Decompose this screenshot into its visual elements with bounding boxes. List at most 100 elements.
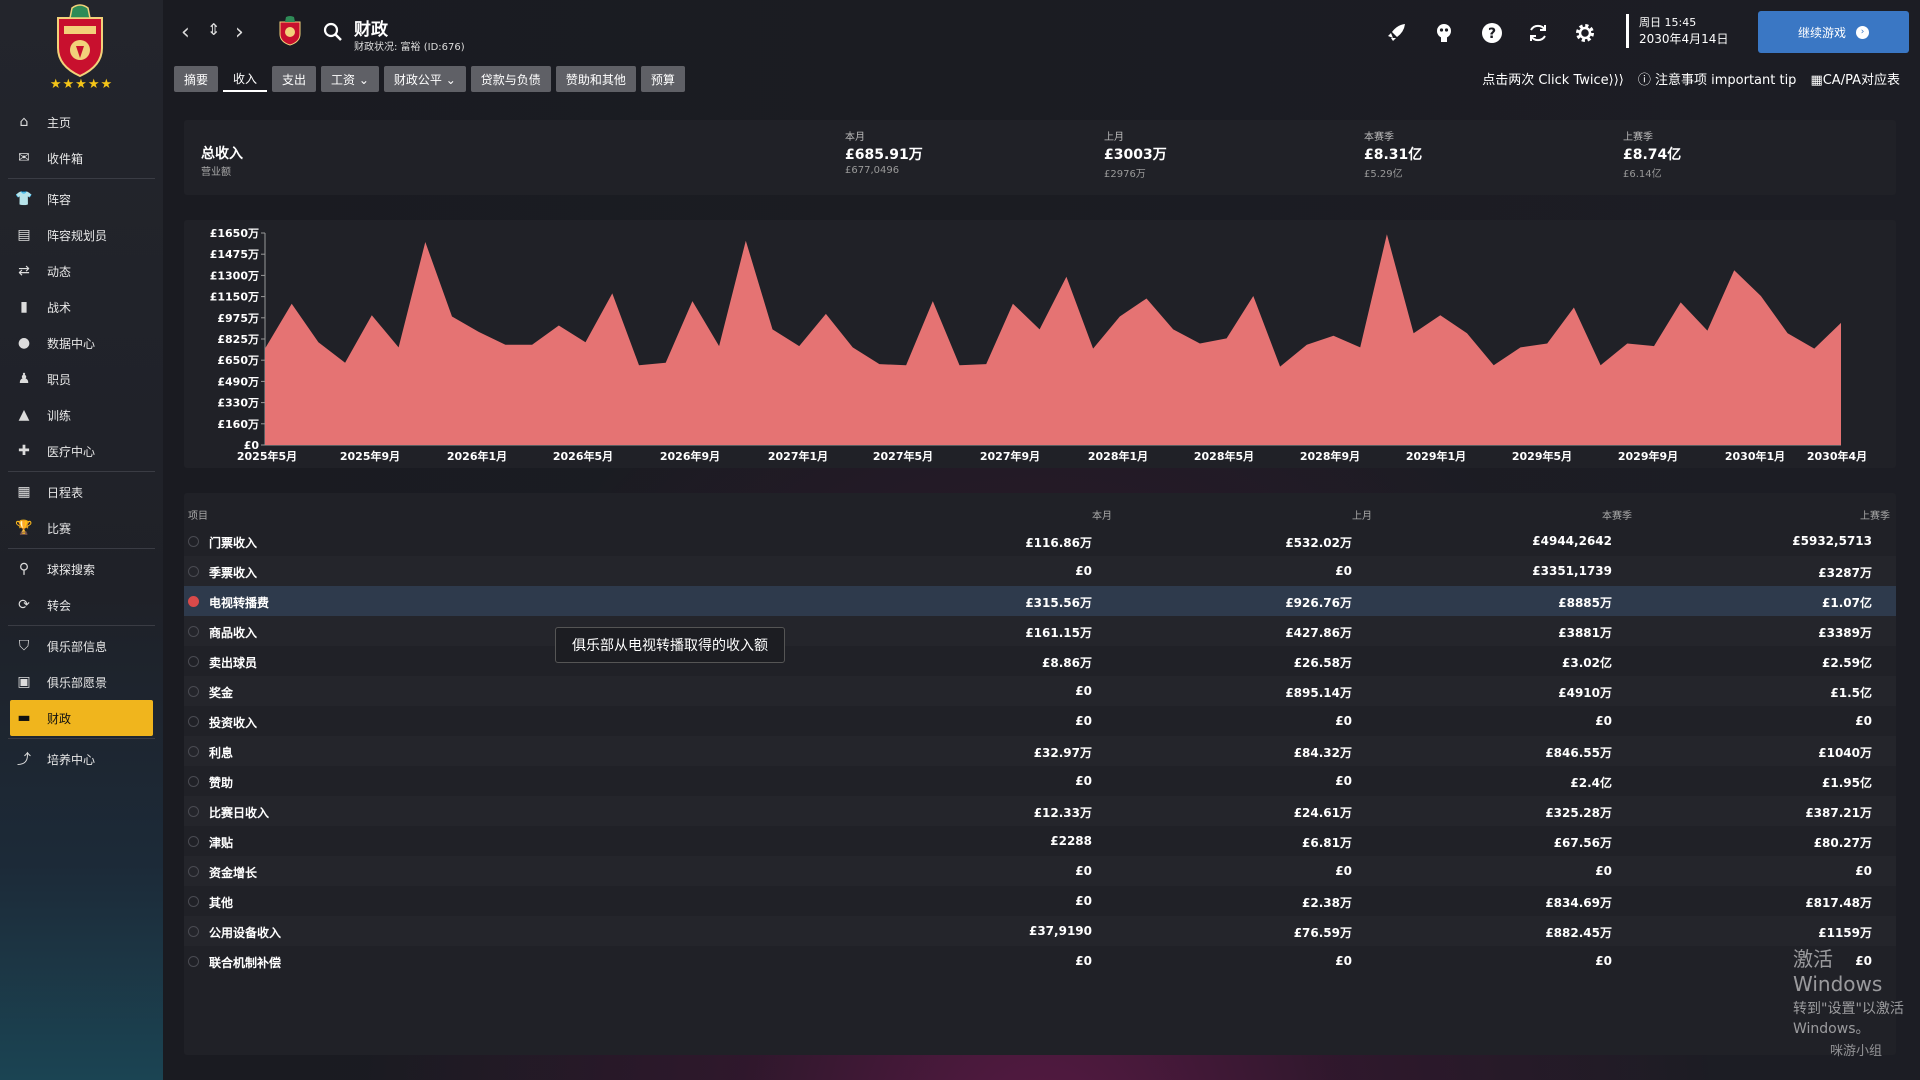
data-point[interactable]	[1412, 331, 1416, 335]
table-row[interactable]: 季票收入 £0 £0 £3351,1739 £3287万	[184, 556, 1896, 586]
sidebar-item-3[interactable]: ▤ 阵容规划员	[0, 217, 163, 253]
data-point[interactable]	[1118, 315, 1122, 319]
search-icon[interactable]	[323, 22, 343, 42]
sidebar-item-12[interactable]: ⚲ 球探搜索	[0, 551, 163, 587]
data-point[interactable]	[1599, 363, 1603, 367]
data-point[interactable]	[557, 324, 561, 328]
sidebar-item-16[interactable]: ▬ 财政	[10, 700, 153, 736]
sidebar-item-14[interactable]: ⛉ 俱乐部信息	[0, 628, 163, 664]
data-point[interactable]	[1038, 327, 1042, 331]
data-point[interactable]	[450, 315, 454, 319]
table-row[interactable]: 公用设备收入 £37,9190 £76.59万 £882.45万 £1159万	[184, 916, 1896, 946]
table-row[interactable]: 奖金 £0 £895.14万 £4910万 £1.5亿	[184, 676, 1896, 706]
data-point[interactable]	[958, 363, 962, 367]
data-point[interactable]	[984, 362, 988, 366]
table-row[interactable]: 津贴 £2288 £6.81万 £67.56万 £80.27万	[184, 826, 1896, 856]
data-point[interactable]	[1652, 344, 1656, 348]
click-twice-link[interactable]: 点击两次 Click Twice⟩⟩⟩	[1482, 69, 1624, 88]
sidebar-item-0[interactable]: ⌂ 主页	[0, 104, 163, 140]
up-down-icon[interactable]: ⇕	[207, 20, 220, 39]
data-point[interactable]	[1385, 232, 1389, 236]
sidebar-item-9[interactable]: ✚ 医疗中心	[0, 433, 163, 469]
data-point[interactable]	[1812, 347, 1816, 351]
table-row[interactable]: 赞助 £0 £0 £2.4亿 £1.95亿	[184, 766, 1896, 796]
capa-table-link[interactable]: ▦CA/PA对应表	[1810, 69, 1900, 88]
data-point[interactable]	[290, 302, 294, 306]
data-point[interactable]	[584, 340, 588, 344]
data-point[interactable]	[1064, 275, 1068, 279]
sidebar-item-11[interactable]: 🏆 比赛	[0, 510, 163, 546]
sidebar-item-2[interactable]: 👕 阵容	[0, 181, 163, 217]
data-point[interactable]	[717, 344, 721, 348]
data-point[interactable]	[1438, 313, 1442, 317]
back-icon[interactable]: ‹	[181, 20, 190, 45]
data-point[interactable]	[1358, 345, 1362, 349]
data-point[interactable]	[1545, 341, 1549, 345]
table-row[interactable]: 卖出球员 £8.86万 £26.58万 £3.02亿 £2.59亿	[184, 646, 1896, 676]
data-point[interactable]	[877, 362, 881, 366]
settings-gear-icon[interactable]	[1573, 21, 1597, 45]
data-point[interactable]	[1171, 327, 1175, 331]
data-point[interactable]	[744, 239, 748, 243]
data-point[interactable]	[664, 361, 668, 365]
table-row[interactable]: 比赛日收入 £12.33万 £24.61万 £325.28万 £387.21万	[184, 796, 1896, 826]
table-row[interactable]: 资金增长 £0 £0 £0 £0	[184, 856, 1896, 886]
club-crest-icon[interactable]	[50, 4, 110, 78]
tab-2[interactable]: 支出	[272, 66, 317, 92]
data-point[interactable]	[263, 347, 267, 351]
data-point[interactable]	[824, 312, 828, 316]
forward-icon[interactable]: ›	[235, 20, 244, 45]
data-point[interactable]	[530, 343, 534, 347]
data-point[interactable]	[931, 299, 935, 303]
data-point[interactable]	[1572, 306, 1576, 310]
tab-0[interactable]: 摘要	[174, 66, 219, 92]
tab-7[interactable]: 预算	[640, 66, 685, 92]
club-badge-icon[interactable]	[277, 16, 303, 46]
data-point[interactable]	[1705, 329, 1709, 333]
data-point[interactable]	[1251, 294, 1255, 298]
data-point[interactable]	[1278, 365, 1282, 369]
tab-6[interactable]: 赞助和其他	[555, 66, 636, 92]
data-point[interactable]	[771, 327, 775, 331]
data-point[interactable]	[1144, 297, 1148, 301]
sidebar-item-6[interactable]: ● 数据中心	[0, 325, 163, 361]
sidebar-item-5[interactable]: ▮ 战术	[0, 289, 163, 325]
income-area-series[interactable]	[265, 234, 1841, 445]
data-point[interactable]	[370, 313, 374, 317]
data-point[interactable]	[1732, 268, 1736, 272]
data-point[interactable]	[797, 344, 801, 348]
data-point[interactable]	[1492, 363, 1496, 367]
data-point[interactable]	[477, 330, 481, 334]
tab-1[interactable]: 收入	[223, 66, 268, 92]
sidebar-item-1[interactable]: ✉ 收件箱	[0, 140, 163, 176]
data-point[interactable]	[1091, 347, 1095, 351]
table-row[interactable]: 投资收入 £0 £0 £0 £0	[184, 706, 1896, 736]
data-point[interactable]	[397, 345, 401, 349]
sidebar-item-15[interactable]: ▣ 俱乐部愿景	[0, 664, 163, 700]
tab-4[interactable]: 财政公平 ⌄	[383, 66, 466, 92]
data-point[interactable]	[851, 345, 855, 349]
sidebar-item-17[interactable]: ⤴ 培养中心	[0, 741, 163, 777]
data-point[interactable]	[904, 363, 908, 367]
data-point[interactable]	[343, 361, 347, 365]
table-row[interactable]: 联合机制补偿 £0 £0 £0 £0	[184, 946, 1896, 976]
tab-3[interactable]: 工资 ⌄	[321, 66, 379, 92]
data-point[interactable]	[1625, 341, 1629, 345]
achievement-icon[interactable]	[1433, 22, 1455, 44]
data-point[interactable]	[1465, 331, 1469, 335]
sidebar-item-8[interactable]: ▲ 训练	[0, 397, 163, 433]
data-point[interactable]	[1839, 321, 1843, 325]
continue-button[interactable]: 继续游戏 ›	[1758, 11, 1909, 53]
data-point[interactable]	[690, 299, 694, 303]
data-point[interactable]	[1331, 334, 1335, 338]
sidebar-item-4[interactable]: ⇄ 动态	[0, 253, 163, 289]
data-point[interactable]	[503, 343, 507, 347]
data-point[interactable]	[1759, 294, 1763, 298]
sidebar-item-10[interactable]: ▦ 日程表	[0, 474, 163, 510]
data-point[interactable]	[1786, 331, 1790, 335]
refresh-icon[interactable]	[1527, 22, 1549, 44]
data-point[interactable]	[1225, 336, 1229, 340]
sidebar-item-13[interactable]: ⟳ 转会	[0, 587, 163, 623]
sidebar-item-7[interactable]: ♟ 职员	[0, 361, 163, 397]
data-point[interactable]	[1305, 343, 1309, 347]
